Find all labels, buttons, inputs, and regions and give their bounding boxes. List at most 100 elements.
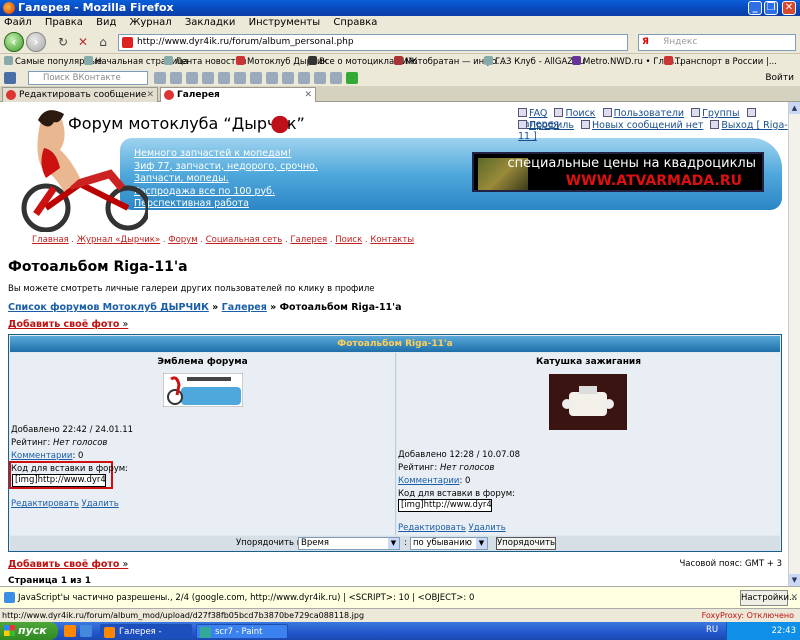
quicklaunch-firefox-icon[interactable] [64,625,76,637]
breadcrumb-forum-list[interactable]: Список форумов Мотоклуб ДЫРЧИК [8,302,209,313]
nav-home[interactable]: Главная [32,235,69,245]
close-button[interactable]: ✕ [782,1,796,15]
toolbar-icon[interactable] [298,72,310,84]
breadcrumb-gallery[interactable]: Галерея [222,302,267,313]
link-faq[interactable]: FAQ [529,108,547,119]
link-users[interactable]: Пользователи [614,108,685,119]
vk-icon[interactable] [4,72,16,84]
maximize-button[interactable]: ❐ [764,1,778,15]
menu-tools[interactable]: Инструменты [249,17,321,28]
ad-link[interactable]: Распродажа все по 100 руб. [134,186,318,199]
delete-link[interactable]: Удалить [82,499,119,509]
toolbar-icon[interactable] [266,72,278,84]
tab-edit-message[interactable]: Редактировать сообщение ✕ [2,87,158,102]
sort-order-select[interactable]: по убыванию ▼ [410,537,488,550]
home-icon[interactable]: ⌂ [96,35,110,49]
nav-contacts[interactable]: Контакты [370,235,414,245]
toolbar-icon[interactable] [170,72,182,84]
navigation-toolbar: ‹ › ↻ ✕ ⌂ http://www.dyr4ik.ru/forum/alb… [0,30,800,54]
menu-file[interactable]: Файл [4,17,32,28]
search-input[interactable]: Я Яндекс [638,34,796,51]
photo-added: Добавлено 12:28 / 10.07.08 [398,450,521,460]
paint-icon [200,627,211,638]
toolbar-icon[interactable] [314,72,326,84]
embed-code-field[interactable]: [img]http://www.dyr4i [12,474,106,487]
delete-link[interactable]: Удалить [469,523,506,533]
nav-magazine[interactable]: Журнал «Дырчик» [77,235,160,245]
edit-link[interactable]: Редактировать [398,523,466,533]
toolbar-icon[interactable] [250,72,262,84]
stop-icon[interactable]: ✕ [76,35,90,49]
ad-link[interactable]: Зиф 77, запчасти, недорого, срочно. [134,161,318,174]
edit-link[interactable]: Редактировать [11,499,79,509]
atv-advert[interactable]: специальные цены на квадроциклы WWW.ATVA… [472,152,764,192]
sort-by-select[interactable]: Время ▼ [298,537,400,550]
reload-icon[interactable]: ↻ [56,35,70,49]
toolbar-icon[interactable] [154,72,166,84]
back-button[interactable]: ‹ [4,32,24,52]
quicklaunch-icon[interactable] [80,625,92,637]
scroll-up-icon[interactable]: ▲ [789,102,800,114]
add-photo-link[interactable]: Добавить своё фото » [8,319,128,330]
ad-link[interactable]: Немного запчастей к мопедам! [134,148,318,161]
close-icon[interactable]: ✕ [790,587,798,609]
faq-icon [518,108,527,117]
link-new-posts[interactable]: Новых сообщений нет [592,120,703,131]
start-button[interactable]: пуск [0,622,58,640]
comments-link[interactable]: Комментарии [11,451,72,461]
embed-code-field[interactable]: [img]http://www.dyr4i [398,499,492,512]
yandex-icon: Я [642,37,649,47]
tab-gallery[interactable]: Галерея ✕ [160,87,316,102]
menu-history[interactable]: Журнал [130,17,172,28]
settings-button[interactable]: Настройки... [740,590,797,606]
nav-gallery[interactable]: Галерея [290,235,327,245]
nav-social[interactable]: Социальная сеть [206,235,283,245]
breadcrumb-current: Фотоальбом Riga-11'a [279,302,402,313]
menu-help[interactable]: Справка [333,17,377,28]
link-profile[interactable]: Профиль [529,120,574,131]
sort-button[interactable]: Упорядочить [496,537,556,550]
photo-thumbnail-forum-emblem[interactable] [163,373,243,407]
task-paint[interactable]: scr7 - Paint [196,624,288,639]
ad-link[interactable]: Запчасти, мопеды. [134,173,318,186]
task-firefox[interactable]: Галерея - Mozilla Fire... [100,624,192,639]
nav-forum[interactable]: Форум [168,235,197,245]
toolbar-icon[interactable] [186,72,198,84]
scroll-down-icon[interactable]: ▼ [789,574,800,586]
toolbar-icon[interactable] [330,72,342,84]
bookmark-item[interactable]: Транспорт в России |... [664,54,777,70]
tab-close-icon[interactable]: ✕ [146,88,154,102]
toolbar-icon[interactable] [234,72,246,84]
vk-search-input[interactable]: Поиск ВКонтакте [28,71,148,85]
minimize-button[interactable]: _ [748,1,762,15]
forward-button[interactable]: › [26,32,46,52]
login-link[interactable]: Войти [765,70,794,86]
address-bar[interactable]: http://www.dyr4ik.ru/forum/album_persona… [118,34,628,51]
nav-search[interactable]: Поиск [335,235,362,245]
ad-link[interactable]: Перспективная работа [134,198,318,211]
noscript-icon [4,592,15,603]
toolbar-icon[interactable] [282,72,294,84]
toolbar-icon[interactable] [202,72,214,84]
link-search[interactable]: Поиск [565,108,595,119]
bookmark-item[interactable]: ГАЗ Клуб - AllGAZ.ru [484,54,585,70]
bookmark-item[interactable]: Лента новостей [164,54,246,70]
groups-icon [691,108,701,117]
gallery-note: Вы можете смотреть личные галереи других… [8,284,375,294]
add-icon[interactable] [346,72,358,84]
menu-view[interactable]: Вид [96,17,116,28]
windows-logo-icon [4,625,15,636]
comments-link[interactable]: Комментарии [398,476,459,486]
toolbar-icon[interactable] [218,72,230,84]
menu-bookmarks[interactable]: Закладки [185,17,236,28]
tab-close-icon[interactable]: ✕ [304,88,312,102]
language-indicator[interactable]: RU [706,625,718,635]
tab-strip: Редактировать сообщение ✕ Галерея ✕ [0,86,800,102]
foxyproxy-status[interactable]: FoxyProxy: Отключено [702,609,794,622]
menu-edit[interactable]: Правка [45,17,83,28]
link-groups[interactable]: Группы [702,108,739,119]
photo-title: Эмблема форума [157,357,248,367]
add-photo-link-bottom[interactable]: Добавить своё фото » [8,559,128,570]
vertical-scrollbar[interactable]: ▲ ▼ [788,102,800,586]
photo-thumbnail-ignition-coil[interactable] [549,374,627,430]
